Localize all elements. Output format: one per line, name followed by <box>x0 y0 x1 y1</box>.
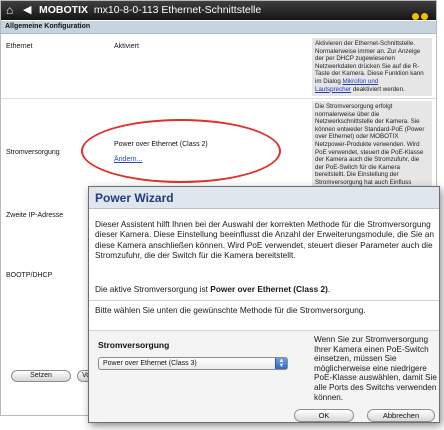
power-label: Stromversorgung <box>6 149 60 156</box>
active-power-value: Power over Ethernet (Class 2) <box>210 284 328 294</box>
ethernet-label: Ethernet <box>6 43 33 50</box>
ok-button[interactable]: OK <box>294 409 354 422</box>
power-field-label: Stromversorgung <box>98 340 170 350</box>
window-title: MOBOTIX mx10-8-0-113 Ethernet-Schnittste… <box>39 4 261 17</box>
power-form: Stromversorgung Power over Ethernet (Cla… <box>89 330 439 422</box>
set-button[interactable]: Setzen <box>11 370 71 382</box>
row-divider <box>1 98 436 99</box>
section-header: Allgemeine Konfiguration <box>1 21 436 34</box>
microphone-link[interactable]: Mikrofon und <box>343 78 379 85</box>
power-select-value: Power over Ethernet (Class 3) <box>103 360 197 367</box>
status-dot-icon <box>412 13 419 20</box>
active-power-suffix: . <box>327 284 331 294</box>
dialog-divider <box>89 300 439 301</box>
power-select[interactable]: Power over Ethernet (Class 3) ▲ ▼ <box>98 357 288 370</box>
select-prompt: Bitte wählen Sie unten die gewünschte Me… <box>95 305 366 315</box>
ethernet-help: Aktivieren der Ethernet-Schnittstelle. N… <box>312 38 432 96</box>
brand-name: MOBOTIX <box>39 4 88 16</box>
power-wizard-dialog: Power Wizard Dieser Assistent hilft Ihne… <box>88 186 440 423</box>
cancel-button[interactable]: Abbrechen <box>367 409 435 422</box>
power-field-help: Wenn Sie zur Stromversorgung Ihrer Kamer… <box>314 335 437 402</box>
status-dot-icon <box>421 13 428 20</box>
dialog-title: Power Wizard <box>89 187 439 209</box>
page-title: mx10-8-0-113 Ethernet-Schnittstelle <box>93 4 262 16</box>
window-titlebar: ⌂ ◀ MOBOTIX mx10-8-0-113 Ethernet-Schnit… <box>1 1 436 20</box>
ethernet-help-suffix: deaktiviert werden. <box>351 85 405 93</box>
select-arrows-icon: ▲ ▼ <box>275 358 287 369</box>
active-power-text: Die aktive Stromversorgung ist Power ove… <box>95 284 437 294</box>
active-power-prefix: Die aktive Stromversorgung ist <box>95 284 211 294</box>
home-icon[interactable]: ⌂ <box>6 3 13 17</box>
ethernet-value[interactable]: Aktiviert <box>114 43 139 50</box>
wizard-intro: Dieser Assistent hilft Ihnen bei der Aus… <box>95 219 434 261</box>
power-help: Die Stromversorgung erfolgt normalerweis… <box>312 101 432 187</box>
bootp-label: BOOTP/DHCP <box>6 272 53 279</box>
speaker-link[interactable]: Lautsprecher <box>315 86 351 93</box>
back-arrow-icon[interactable]: ◀ <box>23 3 31 17</box>
second-ip-label: Zweite IP-Adresse <box>6 212 64 219</box>
highlight-ellipse <box>81 119 281 183</box>
